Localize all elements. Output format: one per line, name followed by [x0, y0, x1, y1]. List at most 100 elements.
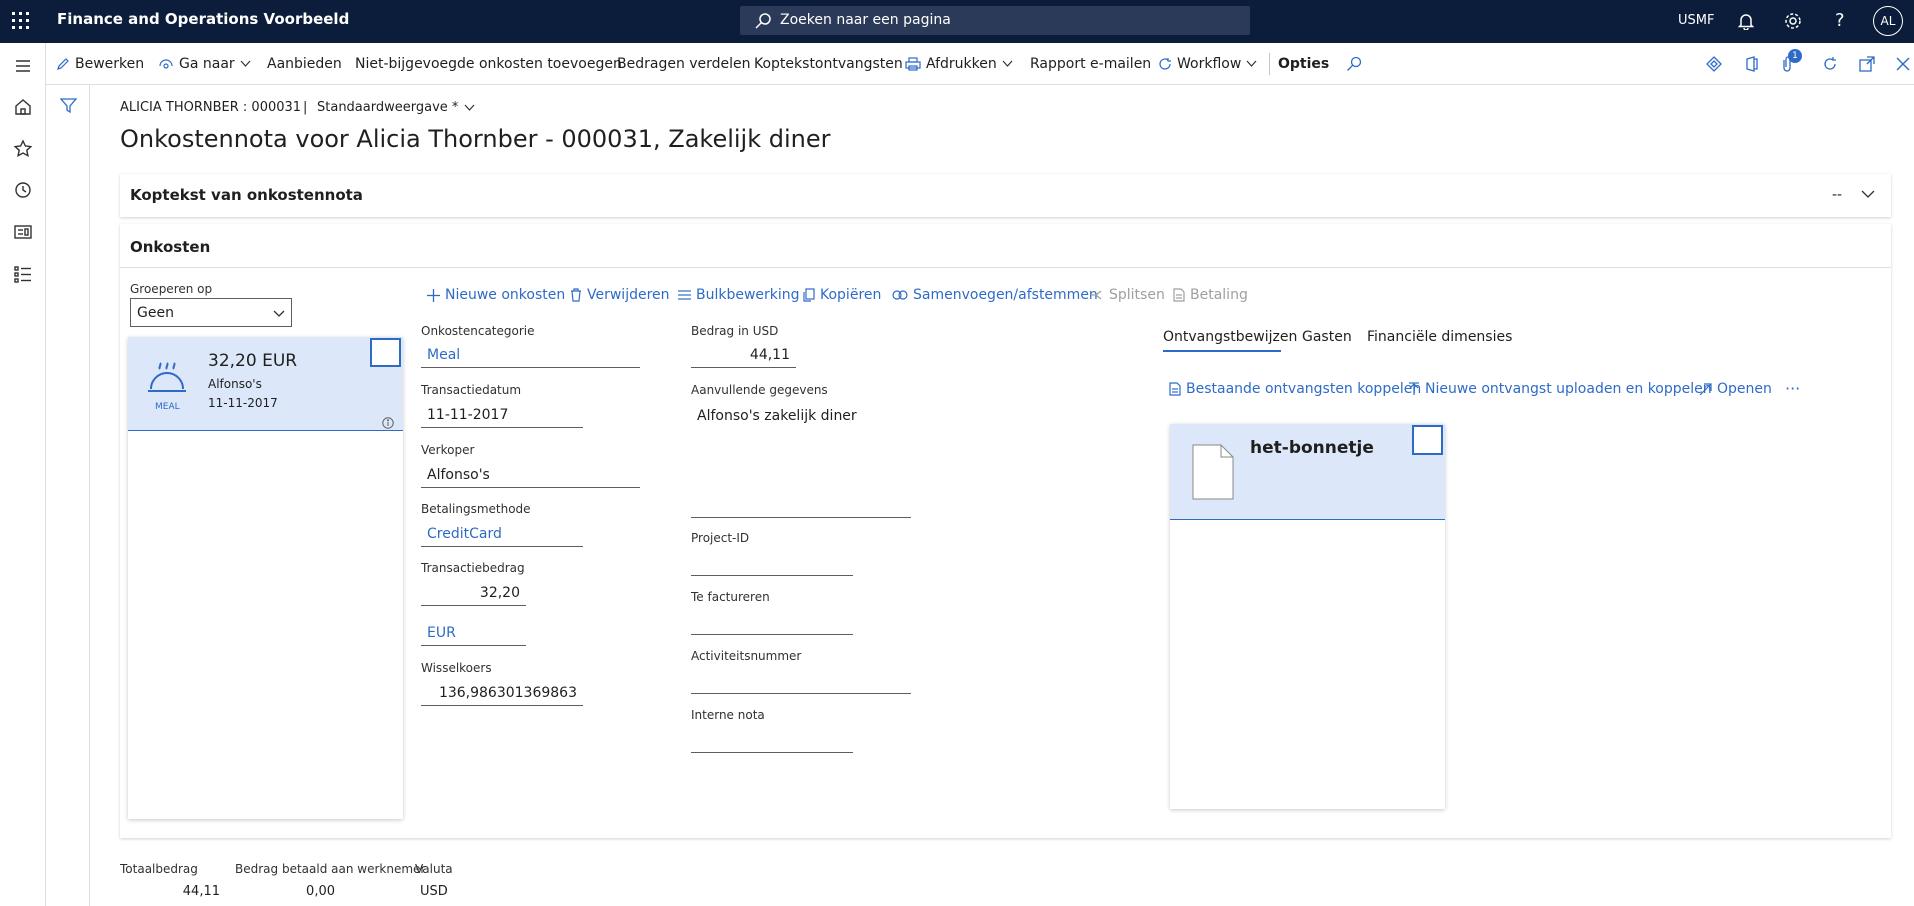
edit-button[interactable]: Bewerken	[56, 43, 144, 85]
meal-icon	[146, 359, 188, 401]
activity-number-label: Activiteitsnummer	[691, 649, 802, 663]
new-expense-label: Nieuwe onkosten	[445, 287, 566, 303]
chevron-down-icon[interactable]	[1861, 190, 1875, 199]
merge-button[interactable]: Samenvoegen/afstemmen	[892, 287, 1098, 303]
date-label: Transactiedatum	[421, 383, 522, 397]
gear-icon[interactable]	[1784, 12, 1802, 30]
tab-financial-dimensions[interactable]: Financiële dimensies	[1367, 329, 1512, 345]
avatar[interactable]: AL	[1873, 6, 1903, 36]
additional-info-value: Alfonso's zakelijk diner	[697, 408, 857, 424]
exchange-rate-label: Wisselkoers	[421, 661, 492, 675]
more-options-button[interactable]: ···	[1785, 379, 1800, 398]
filter-pane	[46, 85, 90, 906]
category-field[interactable]: Meal	[421, 343, 640, 368]
workflow-button[interactable]: Workflow	[1158, 43, 1257, 85]
merchant-label: Verkoper	[421, 443, 475, 457]
submit-button[interactable]: Aanbieden	[267, 43, 342, 85]
payment-method-field[interactable]: CreditCard	[421, 522, 583, 547]
left-navigation	[0, 43, 46, 906]
currency-label: Valuta	[415, 862, 453, 876]
file-icon	[1192, 444, 1234, 500]
split-button[interactable]: Splitsen	[1090, 287, 1165, 303]
delete-button[interactable]: Verwijderen	[570, 287, 670, 303]
receipt-checkbox[interactable]	[1412, 425, 1443, 455]
bell-icon[interactable]	[1737, 12, 1755, 30]
page-search-box[interactable]: Zoeken naar een pagina	[740, 6, 1250, 35]
receipt-card[interactable]: het-bonnetje	[1170, 424, 1445, 520]
to-bill-field[interactable]	[691, 610, 853, 635]
expense-card-category: MEAL	[155, 402, 180, 412]
header-section-title: Koptekst van onkostennota	[130, 186, 363, 204]
currency-field[interactable]: EUR	[421, 621, 526, 646]
add-unattached-expenses-button[interactable]: Niet-bijgevoegde onkosten toevoegen	[355, 43, 622, 85]
workflow-icon	[1158, 57, 1172, 71]
close-icon[interactable]	[1896, 43, 1910, 85]
group-by-label: Groeperen op	[130, 282, 213, 296]
action-search-icon[interactable]	[1346, 43, 1362, 85]
view-selector[interactable]: Standaardweergave *	[317, 100, 475, 115]
tab-receipts[interactable]: Ontvangstbewijzen	[1163, 329, 1297, 345]
help-icon[interactable]: ?	[1835, 10, 1845, 31]
exchange-rate-field[interactable]: 136,986301369863	[421, 681, 583, 706]
info-icon[interactable]	[382, 417, 394, 429]
new-expense-button[interactable]: Nieuwe onkosten	[427, 287, 565, 303]
usd-amount-label: Bedrag in USD	[691, 324, 779, 338]
additional-info-field[interactable]: Alfonso's zakelijk diner	[691, 401, 911, 518]
date-field[interactable]: 11-11-2017	[421, 403, 583, 428]
transaction-amount-field[interactable]: 32,20	[421, 581, 526, 606]
bulk-edit-button[interactable]: Bulkbewerking	[678, 287, 800, 303]
upload-new-label: Nieuwe ontvangst uploaden en koppelen	[1425, 381, 1712, 397]
header-receipts-button[interactable]: Koptekstontvangsten	[754, 43, 903, 85]
app-title[interactable]: Finance and Operations Voorbeeld	[57, 10, 349, 28]
breadcrumb-separator: |	[303, 100, 308, 115]
tab-guests[interactable]: Gasten	[1302, 329, 1352, 345]
print-button[interactable]: Afdrukken	[905, 43, 1013, 85]
chevron-down-icon	[1246, 60, 1257, 68]
app-launcher-icon[interactable]	[12, 12, 30, 30]
hamburger-icon[interactable]	[13, 56, 33, 76]
project-id-field[interactable]	[691, 551, 853, 576]
pencil-icon	[56, 57, 70, 71]
refresh-icon[interactable]	[1822, 43, 1838, 85]
total-amount-label: Totaalbedrag	[120, 862, 198, 876]
expense-card[interactable]: MEAL 32,20 EUR Alfonso's 11-11-2017	[128, 337, 403, 431]
distribute-amounts-button[interactable]: Bedragen verdelen	[617, 43, 751, 85]
office-icon[interactable]	[1744, 43, 1760, 85]
total-amount-value: 44,11	[182, 884, 220, 899]
group-by-select[interactable]: Geen	[130, 298, 292, 327]
page-title: Onkostennota voor Alicia Thornber - 0000…	[120, 125, 831, 153]
project-id-label: Project-ID	[691, 531, 750, 545]
copy-icon	[803, 288, 815, 302]
upload-icon	[1408, 382, 1420, 396]
upload-new-receipt-button[interactable]: Nieuwe ontvangst uploaden en koppelen	[1408, 381, 1712, 397]
open-label: Openen	[1717, 381, 1772, 397]
open-new-window-icon[interactable]	[1859, 43, 1875, 85]
merchant-field[interactable]: Alfonso's	[421, 463, 640, 488]
star-icon[interactable]	[13, 139, 33, 159]
expense-card-checkbox[interactable]	[370, 338, 401, 367]
document-icon	[1169, 382, 1181, 396]
action-pane: Bewerken Ga naar Aanbieden Niet-bijgevoe…	[46, 43, 1914, 85]
goto-button[interactable]: Ga naar	[158, 43, 251, 85]
header-section[interactable]: Koptekst van onkostennota --	[120, 174, 1891, 217]
clock-icon[interactable]	[13, 180, 33, 200]
attach-existing-receipts-button[interactable]: Bestaande ontvangsten koppelen	[1169, 381, 1421, 397]
tab-receipts-underline	[1163, 350, 1281, 352]
payment-button[interactable]: Betaling	[1173, 287, 1248, 303]
workspace-icon[interactable]	[13, 222, 33, 242]
copy-button[interactable]: Kopiëren	[803, 287, 881, 303]
options-tab[interactable]: Opties	[1278, 43, 1329, 85]
group-by-value: Geen	[137, 305, 174, 321]
activity-number-field[interactable]	[691, 669, 911, 694]
open-receipt-button[interactable]: Openen	[1699, 381, 1772, 397]
filter-icon[interactable]	[60, 97, 77, 114]
chevron-down-icon	[240, 60, 251, 68]
modules-list-icon[interactable]	[13, 264, 33, 284]
home-icon[interactable]	[13, 97, 33, 117]
power-apps-icon[interactable]	[1706, 43, 1722, 85]
email-report-button[interactable]: Rapport e-mailen	[1030, 43, 1151, 85]
company-picker[interactable]: USMF	[1678, 13, 1714, 28]
section-divider	[120, 267, 1891, 268]
bulk-edit-icon	[678, 289, 691, 301]
internal-note-field[interactable]	[691, 728, 853, 753]
